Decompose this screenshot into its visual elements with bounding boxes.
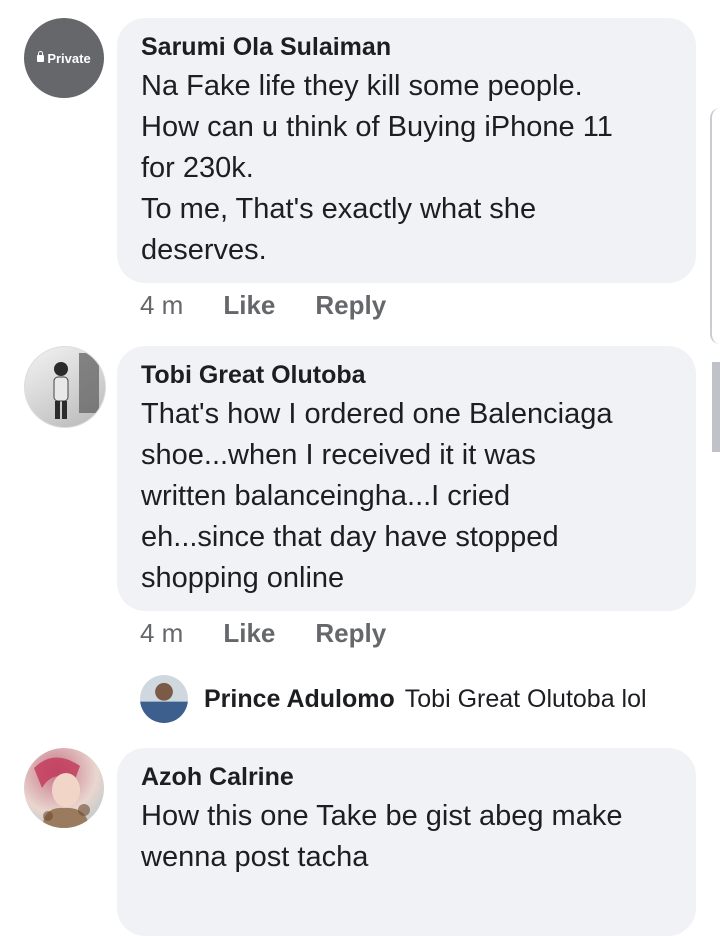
comment-line: for 230k. [141, 152, 254, 184]
comment-bubble: Tobi Great Olutoba That's how I ordered … [117, 346, 696, 611]
comment-text: That's how I ordered one Balenciaga shoe… [141, 394, 672, 599]
like-button[interactable]: Like [223, 618, 275, 649]
avatar[interactable] [24, 346, 106, 428]
scrollbar-thumb[interactable] [712, 362, 720, 452]
comment-line: shopping online [141, 562, 345, 594]
comment-line: shoe...when I received it it was [141, 439, 536, 471]
comment-line: written balanceingha...I cried [141, 480, 511, 512]
comment-author[interactable]: Azoh Calrine [141, 762, 672, 792]
comment-line: To me, That's exactly what she [141, 193, 537, 225]
comment-line: eh...since that day have stopped [141, 521, 559, 553]
comment-line: That's how I ordered one Balenciaga [141, 398, 613, 430]
comment-text: How this one Take be gist abeg make wenn… [141, 796, 672, 878]
private-label: Private [47, 50, 91, 66]
comment-bubble: Azoh Calrine How this one Take be gist a… [117, 748, 696, 936]
comment-line: How this one Take be gist abeg make [141, 800, 623, 832]
comment-actions: 4 m Like Reply [140, 618, 386, 649]
reply-preview[interactable]: Prince Adulomo Tobi Great Olutoba lol [140, 674, 647, 724]
comment-text: Na Fake life they kill some people. How … [141, 66, 672, 271]
comment-bubble: Sarumi Ola Sulaiman Na Fake life they ki… [117, 18, 696, 283]
person-silhouette-icon [53, 353, 99, 419]
comment-line: wenna post tacha [141, 841, 369, 873]
timestamp: 4 m [140, 618, 184, 648]
reply-text: Tobi Great Olutoba lol [404, 684, 647, 713]
reply-author[interactable]: Prince Adulomo [204, 685, 395, 714]
portrait-icon [34, 757, 90, 828]
comment-line: How can u think of Buying iPhone 11 [141, 111, 613, 143]
comment-line: Na Fake life they kill some people. [141, 70, 583, 102]
avatar[interactable] [140, 675, 188, 723]
reply-button[interactable]: Reply [315, 618, 386, 649]
comment-actions: 4 m Like Reply [140, 290, 386, 321]
comment-author[interactable]: Sarumi Ola Sulaiman [141, 32, 672, 62]
timestamp: 4 m [140, 290, 184, 320]
comment-line: deserves. [141, 234, 267, 266]
avatar-private[interactable]: Private [24, 18, 104, 98]
reply-button[interactable]: Reply [315, 290, 386, 321]
scroll-track[interactable] [710, 108, 720, 344]
lock-icon [37, 50, 45, 62]
comment-author[interactable]: Tobi Great Olutoba [141, 360, 672, 390]
avatar[interactable] [24, 748, 104, 828]
like-button[interactable]: Like [223, 290, 275, 321]
